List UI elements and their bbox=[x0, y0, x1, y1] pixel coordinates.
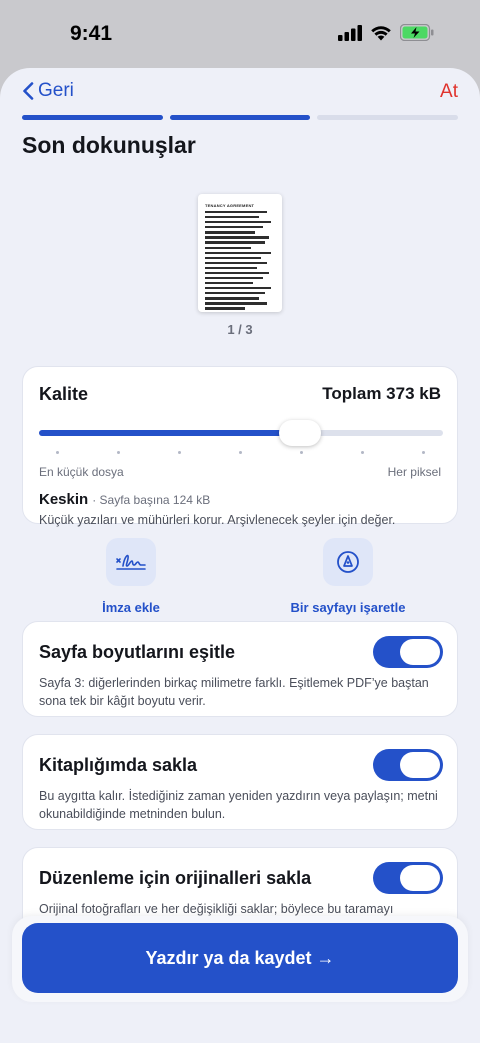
back-button[interactable]: Geri bbox=[22, 80, 74, 102]
quality-description: Küçük yazıları ve mühürleri korur. Arşiv… bbox=[39, 513, 396, 527]
step-1 bbox=[22, 115, 163, 120]
pen-nib-icon bbox=[337, 551, 359, 573]
preview-line bbox=[205, 256, 261, 259]
step-2 bbox=[169, 115, 311, 120]
nav-bar: Geri At bbox=[0, 68, 480, 120]
skip-button[interactable]: At bbox=[440, 81, 458, 103]
page-title: Son dokunuşlar bbox=[22, 132, 196, 158]
battery-charging-icon bbox=[400, 24, 434, 41]
preview-line bbox=[205, 307, 245, 310]
signal-icon bbox=[338, 24, 362, 41]
scale-max-label: Her piksel bbox=[387, 465, 441, 479]
quality-card: Kalite Toplam 373 kB En küçük dosya Her … bbox=[22, 366, 458, 527]
quality-total-size: Toplam 373 kB bbox=[322, 384, 441, 403]
toggle-knob bbox=[400, 865, 440, 891]
preview-line bbox=[205, 231, 255, 234]
markup-page-label: Bir sayfayı işaretle bbox=[290, 600, 406, 615]
signature-icon-tile bbox=[106, 538, 156, 586]
slider-fill bbox=[39, 430, 300, 436]
slider-knob[interactable] bbox=[278, 420, 321, 446]
cta-container: Yazdır ya da kaydet → bbox=[12, 916, 468, 1002]
scale-min-label: En küçük dosya bbox=[39, 465, 124, 479]
signature-icon bbox=[116, 554, 146, 570]
preview-line bbox=[205, 246, 251, 249]
finishing-sheet: Geri At Son dokunuşlar TENANCY AGREEMENT… bbox=[0, 68, 480, 1043]
step-3 bbox=[317, 115, 459, 120]
preview-line bbox=[205, 277, 263, 280]
add-signature-button[interactable]: İmza ekle bbox=[80, 538, 182, 615]
slider-tick bbox=[421, 451, 425, 454]
equalize-toggle[interactable] bbox=[373, 636, 443, 668]
originals-toggle[interactable] bbox=[373, 862, 443, 894]
preview-line bbox=[205, 292, 265, 295]
quality-level-name: Keskin bbox=[39, 491, 89, 508]
option-description: Sayfa 3: diğerlerinden birkaç milimetre … bbox=[39, 676, 429, 708]
option-title: Sayfa boyutlarını eşitle bbox=[39, 642, 236, 662]
status-icons bbox=[338, 24, 434, 41]
preview-line bbox=[205, 287, 271, 290]
slider-tick bbox=[55, 451, 59, 454]
pen-icon-tile bbox=[323, 538, 373, 586]
back-label: Geri bbox=[38, 80, 74, 101]
preview-doc-title: TENANCY AGREEMENT bbox=[205, 203, 255, 208]
preview-line bbox=[205, 226, 263, 229]
status-bar: 9:41 bbox=[0, 0, 480, 70]
preview-line bbox=[205, 261, 267, 264]
option-title: Kitaplığımda sakla bbox=[39, 755, 198, 775]
preview-line bbox=[205, 236, 269, 239]
quality-level: Keskin · Sayfa başına 124 kB bbox=[39, 491, 210, 508]
slider-ticks bbox=[39, 451, 443, 455]
quality-per-page: · Sayfa başına 124 kB bbox=[92, 493, 211, 507]
option-title: Düzenleme için orijinalleri sakla bbox=[39, 868, 312, 888]
quality-label: Kalite bbox=[39, 384, 89, 404]
preview-line bbox=[205, 266, 257, 270]
chevron-left-icon bbox=[23, 82, 34, 100]
wifi-icon bbox=[371, 25, 391, 40]
option-save-to-library: Kitaplığımda sakla Bu aygıtta kalır. İst… bbox=[22, 734, 458, 830]
add-signature-label: İmza ekle bbox=[102, 600, 160, 615]
slider-tick bbox=[299, 451, 303, 454]
slider-tick bbox=[360, 451, 364, 454]
preview-line bbox=[205, 221, 271, 224]
preview-line bbox=[205, 216, 259, 219]
preview-line bbox=[205, 211, 267, 214]
preview-line bbox=[205, 302, 267, 305]
step-progress bbox=[22, 115, 459, 120]
slider-tick bbox=[238, 451, 242, 454]
preview-line bbox=[205, 271, 269, 275]
page-counter: 1 / 3 bbox=[227, 322, 253, 337]
slider-tick bbox=[177, 451, 181, 454]
quality-slider[interactable] bbox=[39, 420, 443, 446]
preview-line bbox=[205, 241, 265, 244]
markup-page-button[interactable]: Bir sayfayı işaretle bbox=[278, 538, 418, 615]
option-description: Bu aygıtta kalır. İstediğiniz zaman yeni… bbox=[39, 789, 438, 821]
preview-line bbox=[205, 282, 253, 285]
print-or-save-button[interactable]: Yazdır ya da kaydet → bbox=[22, 923, 458, 993]
library-toggle[interactable] bbox=[373, 749, 443, 781]
document-preview[interactable]: TENANCY AGREEMENT bbox=[198, 194, 282, 312]
slider-tick bbox=[116, 451, 120, 454]
preview-line bbox=[205, 297, 259, 300]
preview-text-lines bbox=[205, 211, 275, 312]
status-time: 9:41 bbox=[70, 22, 113, 45]
option-equalize-page-sizes: Sayfa boyutlarını eşitle Sayfa 3: diğerl… bbox=[22, 621, 458, 717]
preview-line bbox=[205, 251, 271, 254]
toggle-knob bbox=[400, 752, 440, 778]
toggle-knob bbox=[400, 639, 440, 665]
